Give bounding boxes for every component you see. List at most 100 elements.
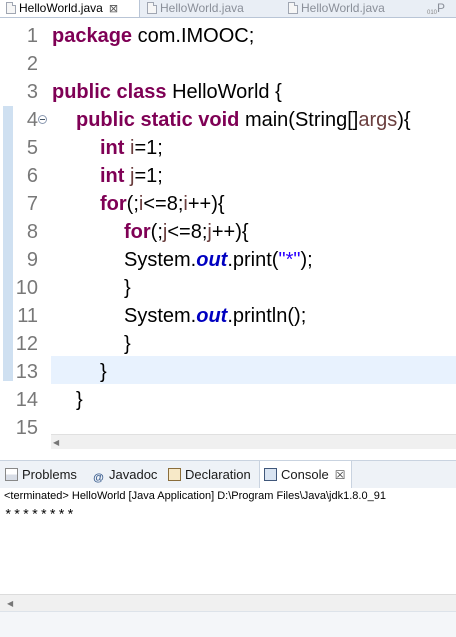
code-text: public static void main(String[]args){ — [76, 106, 411, 134]
line-number: 7 — [26, 193, 38, 215]
java-file-icon — [6, 2, 16, 14]
editor-tab-overflow[interactable]: 010P — [423, 0, 456, 17]
line-number: 3 — [26, 81, 38, 103]
line-number: 2 — [26, 53, 38, 75]
javadoc-icon: @ — [93, 472, 104, 484]
tab-label: Javadoc — [109, 467, 158, 482]
code-line[interactable]: 14} — [0, 386, 456, 414]
editor-tab-helloworld-active[interactable]: HelloWorld.java ⊠ — [0, 0, 140, 17]
code-text: for(;i<=8;i++){ — [100, 190, 225, 218]
java-file-icon — [147, 2, 157, 14]
code-text: } — [76, 386, 83, 414]
line-number: 11 — [17, 305, 38, 327]
line-number: 4 — [26, 109, 38, 131]
string-token: "*" — [278, 249, 301, 271]
editor-tab-label: HelloWorld.java — [160, 1, 244, 15]
code-text: package com.IMOOC; — [52, 22, 254, 50]
console-horizontal-scrollbar[interactable]: ◀ — [0, 594, 456, 611]
java-file-icon — [288, 2, 298, 14]
code-line[interactable]: 12} — [0, 330, 456, 358]
editor-tab-helloworld-3[interactable]: HelloWorld.java — [282, 0, 422, 17]
console-icon — [264, 468, 277, 481]
code-line[interactable]: 9 System.out.print("*"); — [0, 246, 456, 274]
code-token: } — [124, 333, 131, 355]
code-line[interactable]: 6 int j=1; — [0, 162, 456, 190]
keyword-token: public — [76, 109, 135, 131]
code-line[interactable]: 1 package com.IMOOC; — [0, 22, 456, 50]
code-token: ++){ — [187, 193, 225, 215]
keyword-token: package — [52, 25, 133, 47]
line-number: 9 — [26, 249, 38, 271]
code-token: System. — [124, 249, 197, 271]
code-token: ); — [300, 249, 313, 271]
line-number: 13 — [15, 361, 38, 383]
code-text: int j=1; — [100, 162, 163, 190]
code-token: .println(); — [227, 305, 307, 327]
code-token: com.IMOOC; — [132, 25, 255, 47]
console-output: ******** — [4, 508, 76, 524]
line-number: 10 — [15, 277, 38, 299]
keyword-token: class — [116, 81, 167, 103]
status-strip — [0, 611, 456, 637]
line-number: 5 — [26, 137, 38, 159]
code-line[interactable]: 5 int i=1; — [0, 134, 456, 162]
editor-tab-helloworld-2[interactable]: HelloWorld.java — [141, 0, 281, 17]
code-editor[interactable]: 1 package com.IMOOC; 2 3 public class HelloW… — [0, 18, 456, 450]
tab-console[interactable]: Console ☒ — [259, 461, 353, 488]
field-token: out — [196, 249, 228, 271]
code-token: } — [76, 389, 83, 411]
scroll-left-icon[interactable]: ◀ — [53, 438, 59, 447]
code-token: (; — [150, 221, 163, 243]
code-token: (; — [126, 193, 139, 215]
code-token: } — [100, 361, 107, 383]
close-icon[interactable]: ⊠ — [109, 3, 118, 15]
code-text: } — [124, 330, 131, 358]
editor-tab-label: P — [437, 1, 446, 15]
code-token: } — [124, 277, 131, 299]
code-line[interactable]: 3 public class HelloWorld { — [0, 78, 456, 106]
scroll-left-icon[interactable]: ◀ — [7, 599, 13, 608]
tab-declaration[interactable]: Declaration — [168, 461, 251, 488]
code-line[interactable]: 4 public static void main(String[]args){ — [0, 106, 456, 134]
line-number: 15 — [15, 417, 38, 439]
console-status-line: <terminated> HelloWorld [Java Applicatio… — [0, 488, 456, 504]
line-number: 14 — [15, 389, 38, 411]
code-token: .print( — [227, 249, 279, 271]
code-text: int i=1; — [100, 134, 163, 162]
tab-problems[interactable]: Problems — [5, 461, 77, 488]
keyword-token: public — [52, 81, 111, 103]
code-line[interactable]: 10} — [0, 274, 456, 302]
code-text: } — [100, 358, 107, 386]
code-token: =1; — [134, 137, 163, 159]
code-token: =1; — [134, 165, 163, 187]
code-line[interactable]: 2 — [0, 50, 456, 78]
tab-label: Declaration — [185, 467, 251, 482]
code-token: main(String[] — [239, 109, 359, 131]
code-token: <=8; — [143, 193, 184, 215]
editor-horizontal-scrollbar[interactable]: ◀ — [51, 434, 456, 449]
fold-collapse-icon[interactable] — [38, 115, 47, 124]
code-text: } — [124, 274, 131, 302]
tab-label: Console — [281, 467, 329, 482]
keyword-token: int — [100, 137, 125, 159]
line-number: 12 — [15, 333, 38, 355]
declaration-icon — [168, 468, 181, 481]
problems-icon — [5, 468, 18, 481]
close-icon[interactable]: ☒ — [335, 468, 346, 482]
editor-tab-label: HelloWorld.java — [301, 1, 385, 15]
tab-javadoc[interactable]: @ Javadoc — [92, 461, 157, 488]
code-token: System. — [124, 305, 197, 327]
line-number: 8 — [26, 221, 38, 243]
editor-tab-label: HelloWorld.java — [19, 1, 103, 15]
code-line[interactable]: 11 System.out.println(); — [0, 302, 456, 330]
code-text: public class HelloWorld { — [52, 78, 282, 106]
code-line[interactable]: 8 for(;j<=8;j++){ — [0, 218, 456, 246]
line-number: 6 — [26, 165, 38, 187]
line-number: 1 — [26, 25, 38, 47]
code-line[interactable]: 7 for(;i<=8;i++){ — [0, 190, 456, 218]
keyword-token: for — [124, 221, 151, 243]
code-token: ){ — [397, 109, 411, 131]
code-text: System.out.print("*"); — [124, 246, 313, 274]
code-line[interactable]: 13} — [0, 358, 456, 386]
code-text: System.out.println(); — [124, 302, 306, 330]
